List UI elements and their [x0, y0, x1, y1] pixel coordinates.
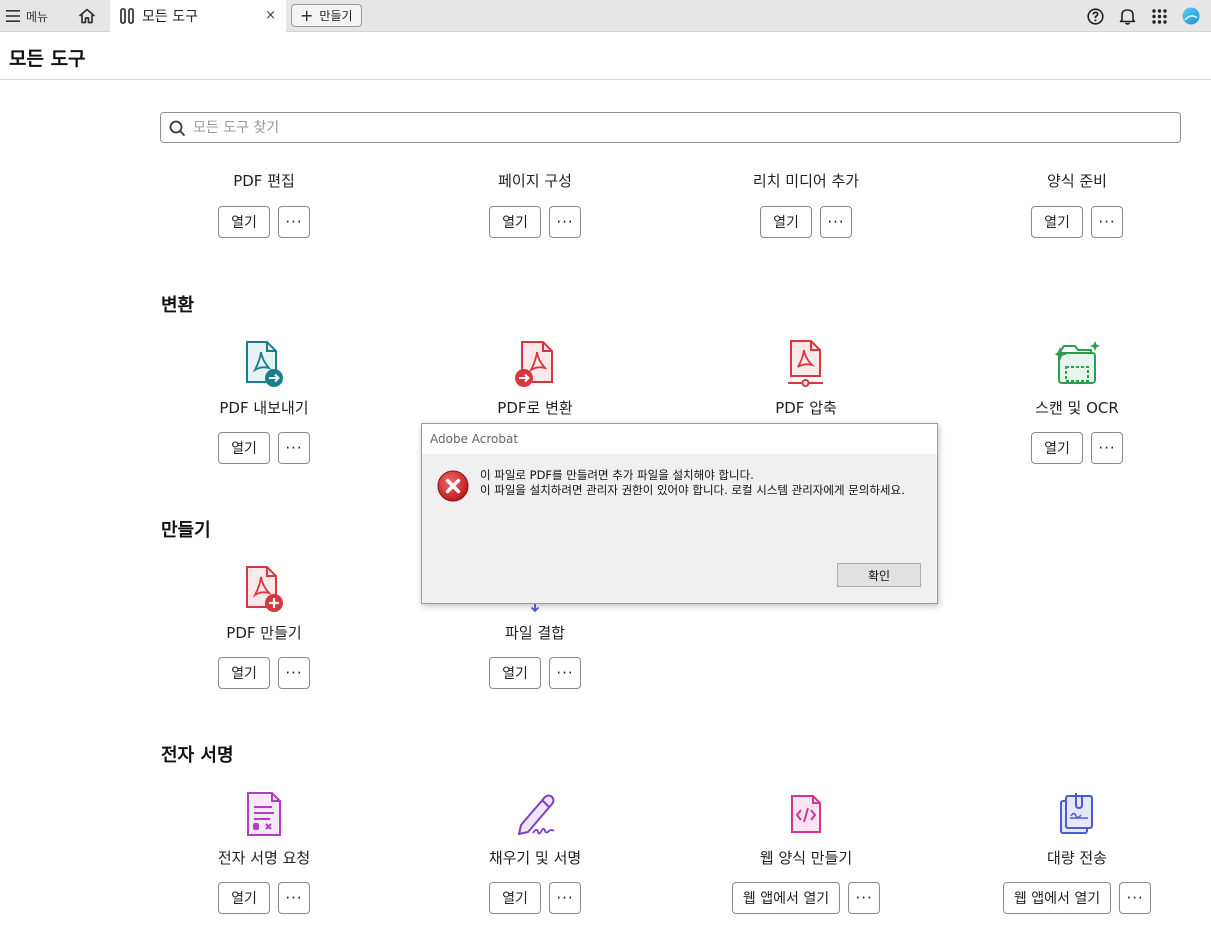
more-options-button[interactable]: ··· [549, 657, 581, 689]
compress-pdf-icon[interactable] [782, 340, 830, 388]
open-in-web-app-button[interactable]: 웹 앱에서 열기 [731, 882, 841, 914]
help-icon [1086, 7, 1104, 25]
tool-card-create-pdf: PDF 만들기 열기 ··· [134, 565, 394, 690]
search-icon [169, 120, 186, 141]
menu-button[interactable]: 메뉴 [6, 5, 48, 27]
open-button[interactable]: 열기 [489, 206, 541, 238]
open-button[interactable]: 열기 [760, 206, 812, 238]
more-options-button[interactable]: ··· [278, 432, 310, 464]
open-button[interactable]: 열기 [489, 657, 541, 689]
create-tab-label: 만들기 [319, 9, 353, 23]
home-button[interactable] [76, 5, 98, 27]
hamburger-icon [6, 10, 20, 22]
open-button[interactable]: 열기 [489, 882, 541, 914]
more-options-button[interactable]: ··· [278, 657, 310, 689]
more-options-button[interactable]: ··· [1091, 206, 1123, 238]
tool-card-scan-ocr: 스캔 및 OCR 열기 ··· [947, 340, 1207, 465]
section-heading-esign: 전자 서명 [161, 745, 234, 766]
top-tools-row: PDF 편집 열기 ··· 페이지 구성 열기 ··· 리치 미디어 추가 열기… [0, 144, 1211, 254]
more-options-button[interactable]: ··· [1119, 882, 1152, 914]
open-button[interactable]: 열기 [218, 432, 270, 464]
tool-card-rich-media: 리치 미디어 추가 열기 ··· [676, 144, 936, 238]
tool-label: 양식 준비 [1047, 172, 1107, 190]
tool-card-bulk-send: 대량 전송 웹 앱에서 열기 ··· [947, 790, 1207, 915]
tab-label: 모든 도구 [142, 9, 198, 25]
more-options-button[interactable]: ··· [278, 882, 310, 914]
tool-label: 스캔 및 OCR [1035, 399, 1119, 417]
open-in-web-app-button[interactable]: 웹 앱에서 열기 [1002, 882, 1112, 914]
notifications-button[interactable] [1117, 6, 1137, 26]
create-pdf-icon[interactable] [240, 565, 288, 613]
more-options-button[interactable]: ··· [278, 206, 310, 238]
tool-label: 리치 미디어 추가 [752, 172, 860, 190]
tool-label: 파일 결합 [505, 624, 565, 642]
tool-card-web-form: 웹 양식 만들기 웹 앱에서 열기 ··· [676, 790, 936, 915]
request-signature-icon[interactable] [240, 790, 288, 838]
tool-card-fill-sign: 채우기 및 서명 열기 ··· [405, 790, 665, 915]
plus-icon: + [300, 5, 314, 25]
dialog-message: 이 파일로 PDF를 만들려면 추가 파일을 설치해야 합니다. 이 파일을 설… [480, 468, 930, 498]
more-options-button[interactable]: ··· [549, 882, 581, 914]
dialog-message-line2: 이 파일을 설치하려면 관리자 권한이 있어야 합니다. 로컬 시스템 관리자에… [480, 483, 905, 497]
web-form-icon[interactable] [782, 790, 830, 838]
apps-button[interactable] [1149, 6, 1169, 26]
tool-card-edit-pdf: PDF 편집 열기 ··· [134, 144, 394, 238]
tool-label: PDF로 변환 [497, 399, 573, 417]
open-button[interactable]: 열기 [218, 206, 270, 238]
open-button[interactable]: 열기 [1031, 206, 1083, 238]
more-options-button[interactable]: ··· [549, 206, 581, 238]
dialog-message-line1: 이 파일로 PDF를 만들려면 추가 파일을 설치해야 합니다. [480, 468, 754, 482]
error-icon [437, 470, 469, 506]
title-divider [0, 79, 1211, 80]
profile-avatar[interactable] [1181, 6, 1201, 26]
more-options-button[interactable]: ··· [820, 206, 852, 238]
fill-sign-pen-icon[interactable] [511, 790, 559, 838]
help-button[interactable] [1085, 6, 1105, 26]
tool-card-export-pdf: PDF 내보내기 열기 ··· [134, 340, 394, 465]
tab-bar: 메뉴 모든 도구 × + 만들기 [0, 0, 1211, 32]
bulk-send-icon[interactable] [1053, 790, 1101, 838]
tool-label: PDF 압축 [775, 399, 837, 417]
tool-label: 웹 양식 만들기 [759, 849, 853, 867]
dialog-title: Adobe Acrobat [422, 424, 937, 454]
home-icon [78, 8, 96, 24]
menu-label: 메뉴 [26, 9, 49, 24]
convert-pdf-icon[interactable] [511, 340, 559, 388]
tab-close-button[interactable]: × [265, 8, 276, 24]
tab-all-tools[interactable]: 모든 도구 × [110, 0, 286, 32]
section-heading-create: 만들기 [161, 520, 211, 541]
more-options-button[interactable]: ··· [1091, 432, 1123, 464]
tools-icon [120, 8, 134, 24]
open-button[interactable]: 열기 [218, 882, 270, 914]
tool-label: 페이지 구성 [498, 172, 572, 190]
tool-card-request-esign: 전자 서명 요청 열기 ··· [134, 790, 394, 915]
error-dialog: Adobe Acrobat 이 파일로 PDF를 만들려면 추가 파일을 설치해… [421, 423, 938, 604]
tool-label: 전자 서명 요청 [217, 849, 311, 867]
tool-label: PDF 만들기 [226, 624, 302, 642]
tool-label: 대량 전송 [1047, 849, 1107, 867]
tool-label: 채우기 및 서명 [488, 849, 582, 867]
avatar-icon [1182, 7, 1200, 25]
section-heading-convert: 변환 [161, 295, 195, 316]
more-options-button[interactable]: ··· [848, 882, 881, 914]
export-pdf-icon[interactable] [240, 340, 288, 388]
apps-grid-icon [1151, 8, 1167, 24]
page-title: 모든 도구 [9, 48, 86, 70]
tool-search[interactable] [160, 112, 1181, 143]
scan-ocr-icon[interactable] [1053, 340, 1101, 388]
tool-label: PDF 내보내기 [219, 399, 309, 417]
tool-card-organize-pages: 페이지 구성 열기 ··· [405, 144, 665, 238]
tool-card-prepare-form: 양식 준비 열기 ··· [947, 144, 1207, 238]
open-button[interactable]: 열기 [218, 657, 270, 689]
search-input[interactable] [193, 117, 1163, 139]
open-button[interactable]: 열기 [1031, 432, 1083, 464]
create-tab-button[interactable]: + 만들기 [291, 4, 362, 27]
ok-button[interactable]: 확인 [837, 563, 921, 587]
bell-icon [1119, 9, 1135, 25]
tool-label: PDF 편집 [233, 172, 295, 190]
